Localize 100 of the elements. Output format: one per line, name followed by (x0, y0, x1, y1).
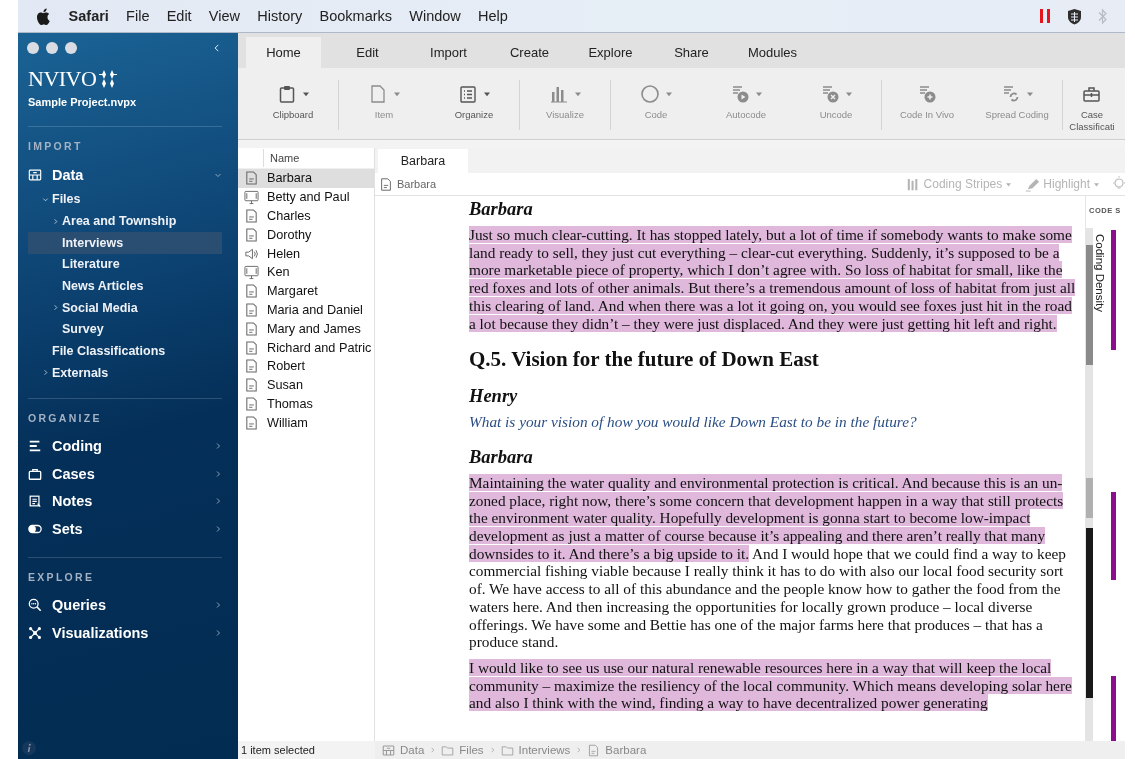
transcript-paragraph: Just so much clear-cutting. It has stopped lately, but a lot of time if somebody wants to make some land ready to sell, they just cut everything – clear-cut everything. Suddenly, it’s supposed to be a more marketable piece of property, which I don’t agree with. So loss of habitat for small, like the red foxes and lots of other animals. But there’s a tremendous amount of loss of habitat from just all this clearing of land. And when there was a lot it going on, you would see foxes just hit in the road a lot because they didn’t – they were just displaced. And they were just getting hit left and right. (469, 226, 1077, 333)
list-row[interactable]: Barbara (238, 169, 374, 188)
pause-icon (1039, 8, 1051, 24)
list-row[interactable]: Susan (238, 375, 374, 395)
nav-item[interactable]: Visualizations (28, 619, 222, 647)
menu-item[interactable]: Bookmarks (310, 8, 401, 24)
list-row[interactable]: William (238, 413, 374, 433)
table-icon (382, 743, 395, 757)
ribbon-tab[interactable]: Create (489, 37, 570, 68)
tree-item[interactable]: Interviews (28, 231, 222, 254)
ribbon-tab[interactable]: Edit (327, 37, 408, 68)
menu-item[interactable]: History (248, 8, 311, 24)
speaker-name: Barbara (469, 198, 534, 220)
checklist-icon (457, 84, 478, 104)
list-row[interactable]: Thomas (238, 394, 374, 414)
toolbar-button[interactable]: Clipboard (248, 82, 338, 120)
ribbon-tab[interactable]: Modules (732, 37, 813, 68)
nav-item[interactable]: Notes (28, 487, 222, 516)
list-row[interactable]: Richard and Patric (238, 338, 374, 357)
list-row[interactable]: Mary and James (238, 319, 374, 339)
nav-item[interactable]: Queries (28, 591, 222, 620)
speaker-name: Henry (469, 385, 519, 408)
nav-item[interactable]: Coding (28, 432, 222, 461)
list-row[interactable]: Charles (238, 206, 374, 226)
nav-item[interactable]: Sets (28, 515, 222, 543)
chevron-right-icon (488, 746, 496, 754)
lines-icon (28, 439, 42, 454)
logo-text: NVIVO (28, 68, 97, 90)
document-icon (379, 176, 393, 192)
transcript-paragraph: I would like to see us use our natural renewable resources here in a way that will keep the local community – maximize the resiliency of the local community. Which means developing solar here and also I think with the wind, finding a way to have decentralized power generating (469, 658, 1073, 713)
list-row[interactable]: Ken (238, 263, 374, 282)
collapse-icon (212, 42, 222, 54)
menu-item[interactable]: Window (400, 8, 470, 24)
tree-item[interactable]: File Classifications (28, 340, 222, 362)
bulb-icon (1113, 176, 1125, 192)
window-button[interactable] (46, 42, 58, 54)
sparkle-icon (98, 70, 119, 88)
tree-item[interactable]: Files (28, 188, 222, 211)
list-row[interactable]: Helen (238, 244, 374, 263)
ribbon-tab[interactable]: Import (408, 37, 489, 68)
density-label: Coding Density (1094, 234, 1106, 312)
menu-item[interactable]: File (117, 8, 159, 24)
speaker-name: Barbara (469, 445, 534, 468)
window-button[interactable] (27, 42, 39, 54)
add-list-icon (917, 84, 937, 104)
shield-icon (1067, 7, 1082, 25)
ribbon-tab[interactable]: Home (246, 37, 321, 68)
caret-icon (1005, 181, 1013, 187)
nav-item[interactable]: Cases (28, 460, 222, 488)
tree-item[interactable]: Survey (28, 318, 222, 341)
menu-item[interactable]: Safari (60, 8, 118, 24)
document-title: Barbara (397, 178, 437, 190)
tree-item[interactable]: Area and Township (28, 210, 222, 232)
info-icon (22, 741, 36, 755)
toolbar-button[interactable]: Case Classificati (1063, 82, 1121, 133)
section-heading: Q.5. Vision for the future of Down East (469, 346, 820, 373)
network-icon (28, 625, 42, 640)
tree-item[interactable]: Externals (28, 362, 222, 384)
ribbon-tab[interactable]: Share (651, 37, 732, 68)
list-row[interactable]: Margaret (238, 281, 374, 301)
bluetooth-icon (1098, 7, 1107, 25)
chevron-right-icon (429, 746, 437, 754)
briefcase-icon (28, 466, 42, 481)
menu-item[interactable]: Edit (158, 8, 201, 24)
caret-icon (1093, 181, 1100, 187)
menu-item[interactable]: Help (469, 8, 517, 24)
transcript-paragraph: Maintaining the water quality and environmental protection is critical. And because this is an un-zoned place, right now, there’s some concern that development happen in a way that still protects the environment water quality. Hopefully development is gonna start to become low-impact development as just a matter of course because it’s appealing and there aren’t really that many downsides to it. And there’s a big upside to it. And I would hope that we could find a way to keep commercial fishing viable because I really think it has to do with also our local food security sort of. We have access to all of this abundance and the people know how to gather the food from the waters here. And then increasing the opportunities for locally grown produce – local diverse offerings. We have some and Bettie has one of the major farms here that produces – that has a produce stand. (469, 473, 1067, 651)
tree-item[interactable]: News Articles (28, 275, 222, 297)
window-button[interactable] (65, 42, 77, 54)
status-text: 1 item selected (240, 743, 316, 758)
bar-chart-icon (548, 84, 569, 104)
document-icon (587, 743, 601, 757)
document-tab[interactable]: Barbara (378, 149, 468, 173)
list-row[interactable]: Betty and Paul (238, 187, 374, 207)
toolbar-button[interactable]: Organize (429, 82, 519, 120)
section-heading: IMPORT (28, 140, 83, 152)
highlighter-icon (1025, 176, 1041, 192)
table-icon (28, 167, 42, 182)
list-row[interactable]: Robert (238, 356, 374, 376)
folder-icon (500, 743, 514, 757)
tree-item[interactable]: Literature (28, 253, 222, 276)
list-row[interactable]: Maria and Daniel (238, 300, 374, 320)
list-row[interactable]: Dorothy (238, 225, 374, 245)
circle-icon (639, 84, 660, 104)
ribbon-tab[interactable]: Explore (570, 37, 651, 68)
notepad-icon (28, 494, 42, 509)
interview-question: What is your vision of how you would like Down East to be in the future? (469, 413, 918, 431)
apple-icon (36, 7, 50, 25)
briefcase-icon (1082, 84, 1102, 104)
tree-item[interactable]: Social Media (28, 296, 222, 319)
section-heading: ORGANIZE (28, 411, 102, 424)
column-header[interactable]: Name (263, 149, 300, 167)
search-icon (28, 598, 42, 613)
menu-item[interactable]: View (200, 8, 249, 24)
chevron-right-icon (575, 746, 583, 754)
folder-icon (441, 743, 455, 757)
section-heading: EXPLORE (28, 570, 95, 583)
coding-stripe (1111, 676, 1116, 741)
nav-item[interactable]: Data (28, 161, 222, 189)
project-name: Sample Project.nvpx (28, 96, 137, 108)
